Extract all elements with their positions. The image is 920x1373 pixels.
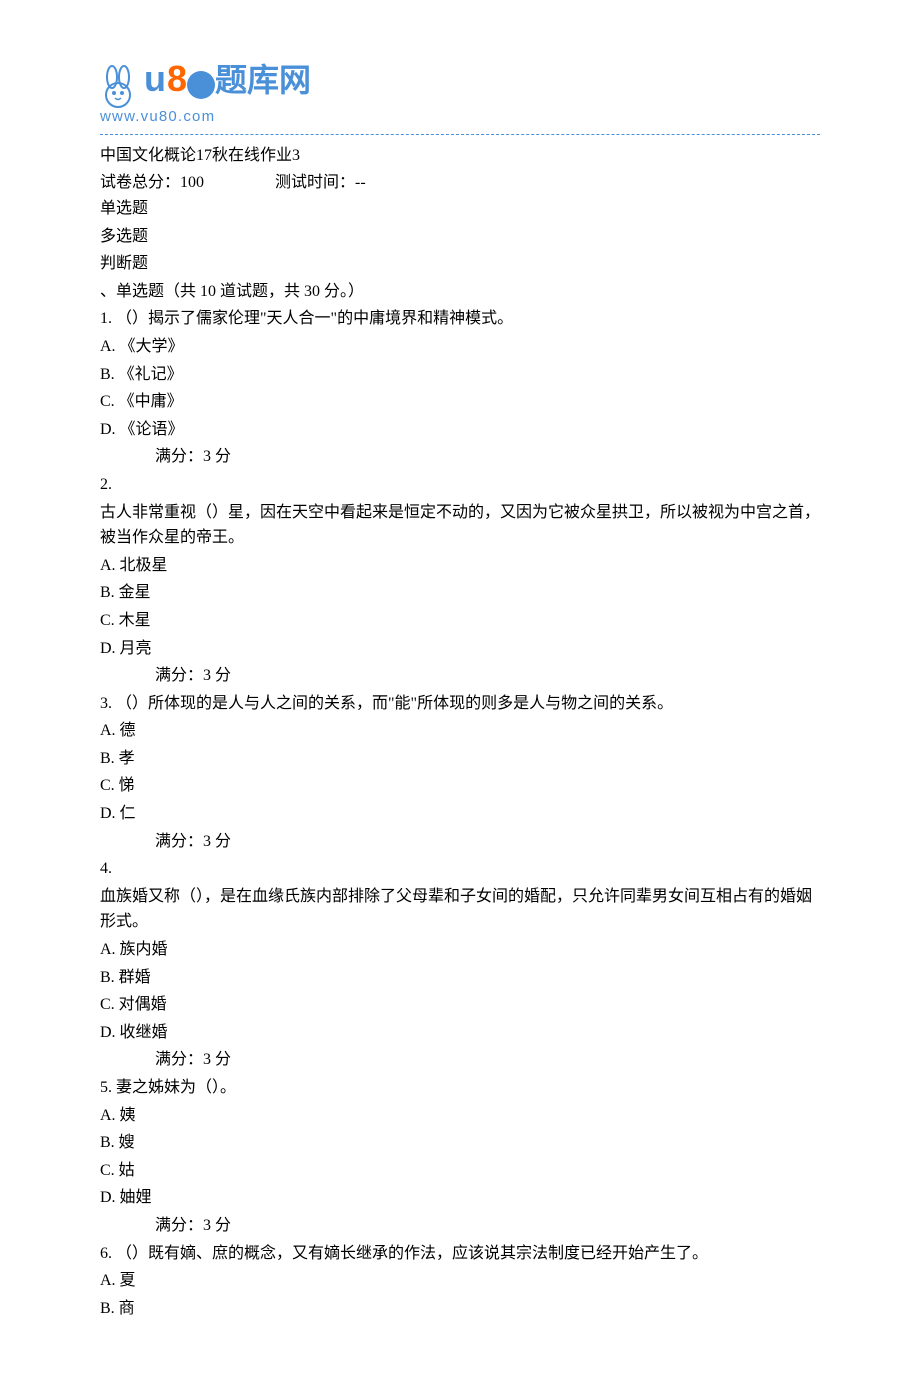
document-title: 中国文化概论17秋在线作业3 [100, 143, 820, 169]
answer-option: C. 悌 [100, 773, 820, 799]
section-label: 单选题 [100, 196, 820, 222]
question-number: 4. [100, 856, 820, 882]
answer-option: D. 月亮 [100, 636, 820, 662]
answer-option: A. 姨 [100, 1103, 820, 1129]
question-number: 5. [100, 1079, 112, 1096]
logo-chinese-text: 题库网 [215, 62, 311, 98]
answer-option: A. 德 [100, 718, 820, 744]
test-time-label: 测试时间：-- [275, 170, 366, 196]
total-score-label: 试卷总分：100 [100, 170, 275, 196]
answer-option: C. 对偶婚 [100, 992, 820, 1018]
rabbit-icon [100, 65, 140, 110]
question-score: 满分：3 分 [100, 444, 820, 470]
section-label: 多选题 [100, 224, 820, 250]
logo-url-text: www.vu80.com [100, 105, 820, 129]
logo-text-u: u [144, 58, 167, 99]
question-stem: 6. （）既有嫡、庶的概念，又有嫡长继承的作法，应该说其宗法制度已经开始产生了。 [100, 1241, 820, 1267]
answer-option: B. 孝 [100, 746, 820, 772]
question-body: （）揭示了儒家伦理"天人合一"的中庸境界和精神模式。 [112, 310, 513, 327]
question-number: 2. [100, 472, 820, 498]
answer-option: C. 《中庸》 [100, 389, 820, 415]
answer-option: D. 仁 [100, 801, 820, 827]
question-stem: 1. （）揭示了儒家伦理"天人合一"的中庸境界和精神模式。 [100, 306, 820, 332]
answer-option: B. 群婚 [100, 965, 820, 991]
logo-text-8: 8 [167, 58, 187, 99]
question-score: 满分：3 分 [100, 1213, 820, 1239]
section-header: 、单选题（共 10 道试题，共 30 分。） [100, 279, 820, 305]
answer-option: A. 族内婚 [100, 937, 820, 963]
answer-option: D. 妯娌 [100, 1185, 820, 1211]
question-score: 满分：3 分 [100, 663, 820, 689]
question-stem: 3. （）所体现的是人与人之间的关系，而"能"所体现的则多是人与物之间的关系。 [100, 691, 820, 717]
logo-container: u8 题库网 www.vu80.com [100, 50, 820, 129]
question-stem: 古人非常重视（）星，因在天空中看起来是恒定不动的，又因为它被众星拱卫，所以被视为… [100, 500, 820, 551]
question-body: （）既有嫡、庶的概念，又有嫡长继承的作法，应该说其宗法制度已经开始产生了。 [112, 1245, 708, 1262]
answer-option: A. 夏 [100, 1268, 820, 1294]
question-number: 1. [100, 310, 112, 327]
answer-option: B. 嫂 [100, 1130, 820, 1156]
question-number: 6. [100, 1245, 112, 1262]
question-stem: 5. 妻之姊妹为（）。 [100, 1075, 820, 1101]
question-stem: 血族婚又称（），是在血缘氏族内部排除了父母辈和子女间的婚配，只允许同辈男女间互相… [100, 884, 820, 935]
question-number: 3. [100, 695, 112, 712]
answer-option: A. 北极星 [100, 553, 820, 579]
answer-option: C. 木星 [100, 608, 820, 634]
answer-option: B. 《礼记》 [100, 362, 820, 388]
section-label: 判断题 [100, 251, 820, 277]
answer-option: A. 《大学》 [100, 334, 820, 360]
header-divider [100, 134, 820, 135]
exam-meta-row: 试卷总分：100 测试时间：-- [100, 170, 820, 196]
answer-option: D. 收继婚 [100, 1020, 820, 1046]
logo-main-row: u8 题库网 [100, 50, 820, 110]
question-score: 满分：3 分 [100, 1047, 820, 1073]
question-body: （）所体现的是人与人之间的关系，而"能"所体现的则多是人与物之间的关系。 [112, 695, 673, 712]
answer-option: D. 《论语》 [100, 417, 820, 443]
answer-option: B. 商 [100, 1296, 820, 1322]
question-body: 妻之姊妹为（）。 [112, 1079, 236, 1096]
answer-option: B. 金星 [100, 580, 820, 606]
logo-o-icon [187, 71, 215, 99]
answer-option: C. 姑 [100, 1158, 820, 1184]
question-score: 满分：3 分 [100, 829, 820, 855]
